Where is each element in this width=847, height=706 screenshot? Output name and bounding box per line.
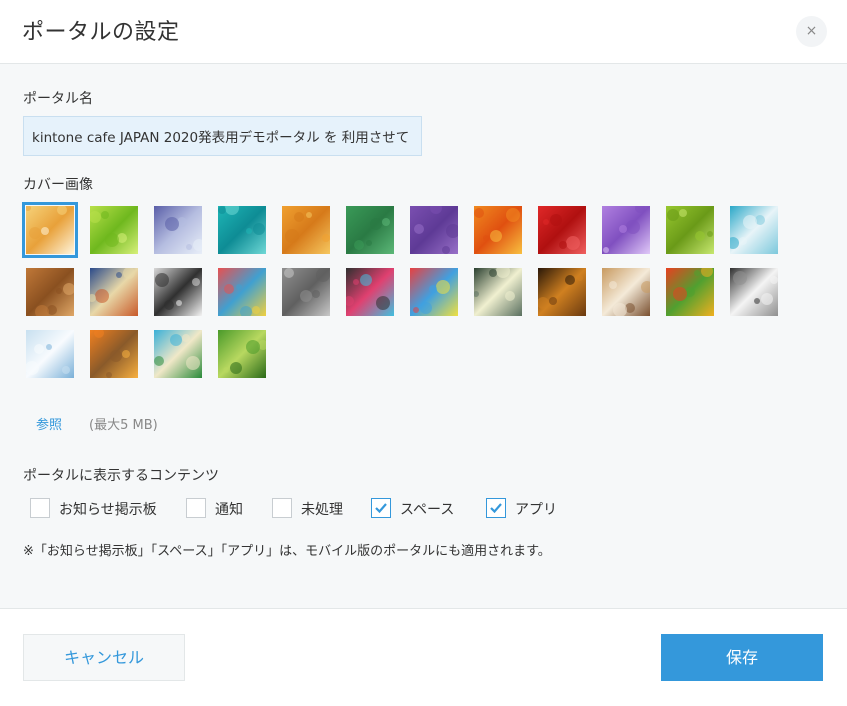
checkbox-label: スペース [400, 502, 455, 518]
dialog-header: ポータルの設定 × [0, 0, 847, 64]
cover-thumb-green-gradient[interactable] [90, 206, 138, 254]
cover-thumb-palm-beach[interactable] [154, 330, 202, 378]
cover-thumb-snow-trees[interactable] [26, 330, 74, 378]
cover-image-label: カバー画像 [23, 177, 93, 193]
checkbox-box [371, 498, 391, 518]
browse-link[interactable]: 参照 [36, 414, 62, 433]
checkbox-box [186, 498, 206, 518]
cover-thumb-green-texture[interactable] [346, 206, 394, 254]
cover-thumb-vegetables[interactable] [666, 268, 714, 316]
checkbox-box [272, 498, 292, 518]
checkbox-label: 未処理 [301, 502, 343, 518]
cover-thumb-green-leaf[interactable] [666, 206, 714, 254]
portal-name-input[interactable] [23, 116, 422, 156]
cover-thumb-teal-texture[interactable] [218, 206, 266, 254]
checkbox-label: 通知 [215, 502, 243, 518]
checkbox-label: お知らせ掲示板 [59, 502, 157, 518]
cover-thumb-oranges[interactable] [90, 330, 138, 378]
cover-thumb-lightbulb-chalk[interactable] [474, 268, 522, 316]
contents-label: ポータルに表示するコンテンツ [23, 468, 219, 484]
cover-thumb-orange-lily[interactable] [474, 206, 522, 254]
mobile-note: ※「お知らせ掲示板」「スペース」「アプリ」は、モバイル版のポータルにも適用されま… [23, 544, 551, 559]
checkbox-label: アプリ [515, 502, 557, 518]
cover-thumb-pencils[interactable] [410, 268, 458, 316]
cover-thumb-chalk-doodles[interactable] [346, 268, 394, 316]
save-button[interactable]: 保存 [661, 634, 823, 681]
cover-thumb-wood-weave[interactable] [26, 268, 74, 316]
cover-thumb-dog[interactable] [730, 268, 778, 316]
check-icon [375, 503, 387, 514]
cover-thumb-bamboo[interactable] [218, 330, 266, 378]
checkbox-box [486, 498, 506, 518]
portal-settings-dialog: ポータルの設定 × ポータル名 カバー画像 参照 (最大5 MB) ポータルに表… [0, 0, 847, 706]
checkbox-box [30, 498, 50, 518]
cover-thumb-orange-texture[interactable] [282, 206, 330, 254]
cancel-button[interactable]: キャンセル [23, 634, 185, 681]
portal-name-label: ポータル名 [23, 91, 93, 107]
cover-thumb-purple-flower[interactable] [602, 206, 650, 254]
cover-thumb-lavender-gradient[interactable] [154, 206, 202, 254]
cover-thumb-fried-food[interactable] [22, 202, 78, 258]
cover-thumb-purple-texture[interactable] [410, 206, 458, 254]
cover-thumb-dark-gradient[interactable] [538, 268, 586, 316]
cover-thumb-notebooks[interactable] [218, 268, 266, 316]
cover-thumb-cubes[interactable] [730, 206, 778, 254]
check-icon [490, 503, 502, 514]
close-button[interactable]: × [796, 16, 827, 47]
cover-thumb-compass[interactable] [154, 268, 202, 316]
dialog-body: ポータル名 カバー画像 参照 (最大5 MB) ポータルに表示するコンテンツ お… [0, 64, 847, 609]
dialog-title: ポータルの設定 [22, 20, 180, 45]
max-size-hint: (最大5 MB) [89, 418, 158, 433]
cover-thumb-latte[interactable] [602, 268, 650, 316]
dialog-footer: キャンセル 保存 [0, 609, 847, 706]
close-icon: × [805, 23, 818, 39]
cover-thumb-gears[interactable] [282, 268, 330, 316]
cover-thumb-red-rose[interactable] [538, 206, 586, 254]
cover-thumb-tiles[interactable] [90, 268, 138, 316]
